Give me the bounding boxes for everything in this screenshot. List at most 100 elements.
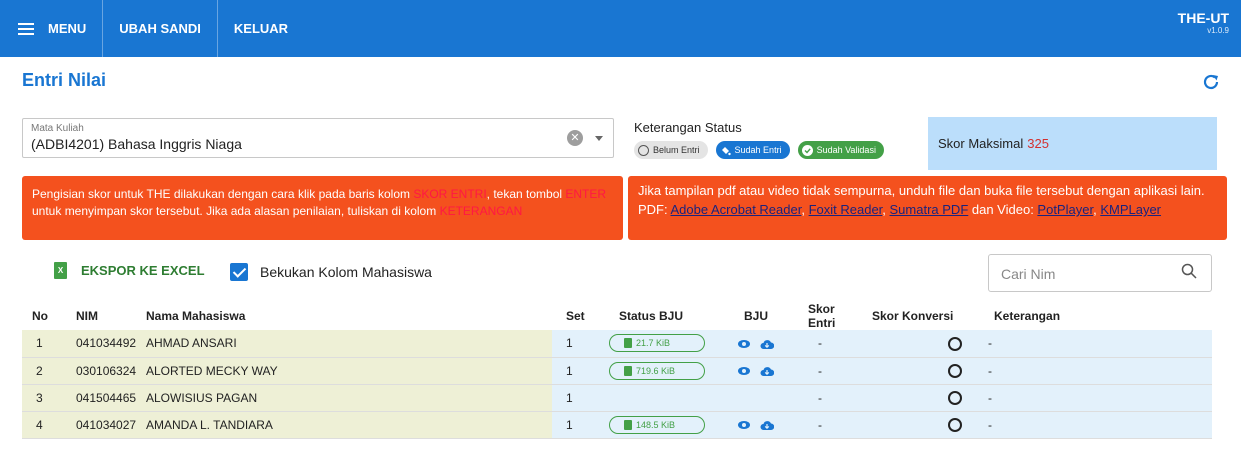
logout-button[interactable]: KELUAR: [218, 0, 304, 57]
cell-set: 1: [552, 357, 597, 385]
empty-circle-icon: [948, 417, 962, 432]
cell-bju-actions: [722, 357, 792, 385]
link-sumatra-pdf[interactable]: Sumatra PDF: [890, 202, 969, 217]
separator: ,: [882, 202, 890, 217]
cell-skor-entri[interactable]: -: [792, 384, 862, 412]
cell-nim: 041504465: [58, 384, 140, 412]
table-row[interactable]: 3 041504465 ALOWISIUS PAGAN 1 - -: [22, 384, 1212, 412]
cell-skor-konversi: [862, 411, 982, 439]
file-icon: [624, 338, 632, 349]
col-skor-entri: Skor Entri: [808, 302, 836, 330]
check-circle-icon: [801, 144, 813, 156]
cell-nama: AMANDA L. TANDIARA: [140, 411, 552, 439]
excel-icon: X: [54, 262, 67, 279]
table-toolbar: X EKSPOR KE EXCEL Bekukan Kolom Mahasisw…: [22, 254, 1212, 292]
cell-bju-actions: [722, 411, 792, 439]
app-version: v1.0.9: [1207, 26, 1229, 35]
course-select-value: (ADBI4201) Bahasa Inggris Niaga: [31, 136, 242, 152]
cell-nim: 041034492: [58, 330, 140, 358]
eye-icon[interactable]: [738, 367, 750, 376]
cell-bju-actions: [722, 330, 792, 358]
cell-nama: ALORTED MECKY WAY: [140, 357, 552, 385]
status-chip-belum-label: Belum Entri: [653, 145, 700, 155]
bju-file-badge[interactable]: 148.5 KiB: [609, 415, 705, 434]
status-chip-sudah-label: Sudah Entri: [734, 145, 782, 155]
status-chip-belum: Belum Entri: [634, 141, 708, 159]
note-text: , tekan tombol: [486, 187, 566, 201]
brand-name: THE-UT: [1177, 10, 1229, 26]
cell-skor-entri[interactable]: -: [792, 411, 862, 439]
bju-file-size: 719.6 KiB: [636, 365, 676, 376]
empty-circle-icon: [948, 390, 962, 405]
col-bju: BJU: [744, 309, 769, 323]
search-nim-input[interactable]: Cari Nim: [988, 254, 1212, 292]
max-score-label: Skor Maksimal: [938, 136, 1024, 151]
cell-keterangan[interactable]: -: [982, 330, 1212, 358]
cell-no: 2: [22, 357, 58, 385]
cell-skor-entri[interactable]: -: [792, 330, 862, 358]
export-excel-button[interactable]: X EKSPOR KE EXCEL: [54, 262, 205, 279]
status-legend: Keterangan Status Belum Entri Sudah Entr…: [634, 120, 884, 159]
pdf-label: PDF:: [638, 202, 671, 217]
cell-nama: ALOWISIUS PAGAN: [140, 384, 552, 412]
bju-file-badge[interactable]: 21.7 KiB: [609, 334, 705, 353]
video-label: dan Video:: [968, 202, 1038, 217]
cell-nim: 041034027: [58, 411, 140, 439]
cell-skor-konversi: [862, 357, 982, 385]
link-foxit-reader[interactable]: Foxit Reader: [809, 202, 883, 217]
status-legend-heading: Keterangan Status: [634, 120, 742, 135]
eye-icon[interactable]: [738, 421, 750, 430]
cell-status-bju: [597, 384, 722, 412]
note-text: Pengisian skor untuk THE dilakukan denga…: [32, 187, 414, 201]
cloud-download-icon[interactable]: [760, 420, 774, 431]
cell-skor-konversi: [862, 384, 982, 412]
cell-set: 1: [552, 330, 597, 358]
cell-set: 1: [552, 411, 597, 439]
bju-file-size: 21.7 KiB: [636, 338, 671, 349]
refresh-icon[interactable]: [1201, 72, 1221, 92]
cell-skor-entri[interactable]: -: [792, 357, 862, 385]
empty-circle-icon: [948, 336, 962, 351]
link-adobe-reader[interactable]: Adobe Acrobat Reader: [671, 202, 802, 217]
empty-circle-icon: [948, 363, 962, 378]
freeze-column-label: Bekukan Kolom Mahasiswa: [260, 264, 432, 280]
export-excel-label: EKSPOR KE EXCEL: [81, 263, 205, 278]
status-chip-valid-label: Sudah Validasi: [816, 145, 876, 155]
link-kmplayer[interactable]: KMPLayer: [1100, 202, 1161, 217]
cell-nim: 030106324: [58, 357, 140, 385]
checkbox-checked-icon[interactable]: [230, 263, 248, 281]
cell-status-bju: 148.5 KiB: [597, 411, 722, 439]
bju-file-badge[interactable]: 719.6 KiB: [609, 361, 705, 380]
chevron-down-icon[interactable]: [595, 136, 603, 141]
eye-icon[interactable]: [738, 340, 750, 349]
cell-keterangan[interactable]: -: [982, 411, 1212, 439]
col-skor-konversi: Skor Konversi: [872, 309, 954, 323]
menu-button[interactable]: MENU: [0, 0, 104, 57]
change-password-button[interactable]: UBAH SANDI: [103, 0, 218, 57]
cloud-download-icon[interactable]: [760, 366, 774, 377]
table-row[interactable]: 4 041034027 AMANDA L. TANDIARA 1 148.5 K…: [22, 411, 1212, 439]
separator: ,: [801, 202, 809, 217]
cell-keterangan[interactable]: -: [982, 384, 1212, 412]
col-status-bju: Status BJU: [619, 309, 684, 323]
viewer-note: Jika tampilan pdf atau video tidak sempu…: [628, 176, 1227, 240]
course-select[interactable]: Mata Kuliah (ADBI4201) Bahasa Inggris Ni…: [22, 118, 614, 158]
viewer-note-text: Jika tampilan pdf atau video tidak sempu…: [638, 183, 1205, 198]
table-row[interactable]: 2 030106324 ALORTED MECKY WAY 1 719.6 Ki…: [22, 357, 1212, 385]
search-placeholder: Cari Nim: [1001, 266, 1056, 282]
page-title: Entri Nilai: [22, 70, 107, 90]
freeze-column-checkbox[interactable]: Bekukan Kolom Mahasiswa: [230, 263, 432, 281]
course-select-label: Mata Kuliah: [31, 123, 84, 134]
max-score-box: Skor Maksimal 325: [928, 117, 1217, 170]
link-potplayer[interactable]: PotPlayer: [1037, 202, 1093, 217]
col-no: No: [32, 309, 48, 323]
status-chip-valid: Sudah Validasi: [797, 141, 884, 159]
search-icon[interactable]: [1181, 263, 1197, 279]
bju-file-size: 148.5 KiB: [636, 419, 676, 430]
table-row[interactable]: 1 041034492 AHMAD ANSARI 1 21.7 KiB - -: [22, 330, 1212, 358]
cell-keterangan[interactable]: -: [982, 357, 1212, 385]
clear-icon[interactable]: ✕: [567, 130, 583, 146]
max-score-value: 325: [1027, 136, 1049, 151]
cloud-download-icon[interactable]: [760, 339, 774, 350]
instruction-note: Pengisian skor untuk THE dilakukan denga…: [22, 176, 623, 240]
